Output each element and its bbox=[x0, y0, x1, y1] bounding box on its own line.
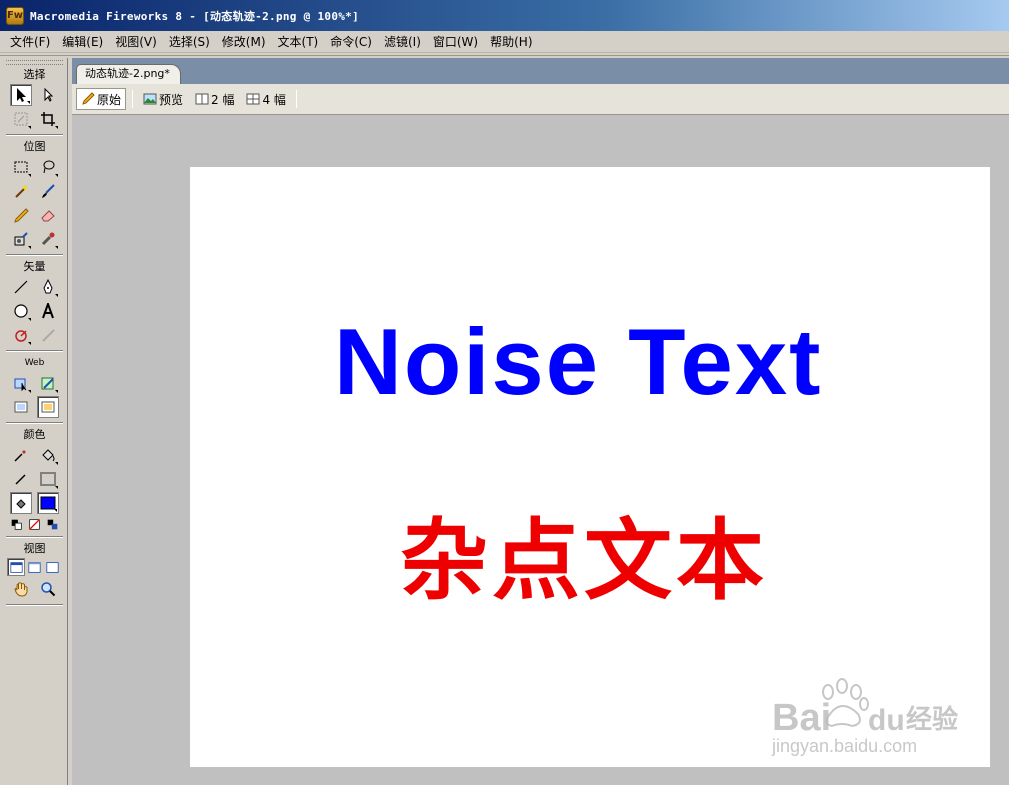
tools-separator bbox=[6, 536, 63, 538]
ellipse-tool-icon[interactable] bbox=[10, 300, 32, 322]
hotspot-tool-icon[interactable] bbox=[10, 372, 32, 394]
watermark-url: jingyan.baidu.com bbox=[772, 736, 918, 756]
stroke-color-swatch[interactable] bbox=[37, 468, 59, 490]
section-title-web: Web bbox=[24, 358, 45, 368]
fireworks-logo-icon: Fw bbox=[6, 6, 24, 25]
marquee-tool-icon[interactable] bbox=[10, 156, 32, 178]
tools-separator bbox=[6, 350, 63, 352]
tools-separator bbox=[6, 254, 63, 256]
section-title-view: 视图 bbox=[23, 542, 46, 555]
pencil-tool-icon[interactable] bbox=[10, 204, 32, 226]
blur-tool-icon[interactable] bbox=[10, 228, 32, 250]
menu-select[interactable]: 选择(S) bbox=[163, 33, 216, 50]
subselection-tool-icon[interactable] bbox=[37, 84, 59, 106]
tab-preview-label: 预览 bbox=[159, 92, 184, 107]
text-tool-icon[interactable] bbox=[37, 300, 59, 322]
no-color-icon[interactable] bbox=[27, 517, 41, 531]
menu-file[interactable]: 文件(F) bbox=[4, 33, 56, 50]
menu-divider bbox=[0, 53, 1009, 56]
fill-color-icon[interactable] bbox=[9, 492, 32, 514]
hand-tool-icon[interactable] bbox=[10, 578, 32, 600]
title-bar: Fw Macromedia Fireworks 8 - [动态轨迹-2.png … bbox=[0, 0, 1009, 31]
tools-separator bbox=[6, 422, 63, 424]
tab-preview[interactable]: 预览 bbox=[139, 88, 187, 110]
tools-panel: 选择 位图 矢量 Web 颜色 视图 bbox=[2, 58, 68, 785]
menu-commands[interactable]: 命令(C) bbox=[324, 33, 378, 50]
menu-modify[interactable]: 修改(M) bbox=[216, 33, 272, 50]
section-title-colors: 颜色 bbox=[23, 428, 46, 441]
tab-original[interactable]: 原始 bbox=[76, 88, 127, 110]
slice-tool-icon[interactable] bbox=[37, 372, 59, 394]
document-canvas[interactable]: Noise Text 杂点文本 bbox=[190, 167, 990, 767]
scale-tool-icon[interactable] bbox=[10, 108, 32, 130]
fill-color-swatch[interactable] bbox=[37, 492, 60, 514]
document-tab-strip: 动态轨迹-2.png* bbox=[72, 58, 1009, 84]
section-title-bitmap: 位图 bbox=[23, 140, 46, 153]
document-tab[interactable]: 动态轨迹-2.png* bbox=[76, 64, 181, 84]
eyedropper-tool-icon[interactable] bbox=[10, 444, 32, 466]
stroke-color-icon[interactable] bbox=[10, 468, 32, 490]
tab-4-up-label: 4 幅 bbox=[262, 92, 286, 107]
crop-tool-icon[interactable] bbox=[37, 108, 59, 130]
full-screen-menus-mode-icon[interactable] bbox=[25, 558, 43, 576]
toolbar-separator bbox=[132, 90, 134, 108]
menu-view[interactable]: 视图(V) bbox=[109, 33, 163, 50]
eraser-tool-icon[interactable] bbox=[37, 204, 59, 226]
toolbar-separator bbox=[295, 90, 297, 108]
knife-tool-icon[interactable] bbox=[37, 324, 59, 346]
tab-4-up[interactable]: 4 幅 bbox=[242, 88, 289, 110]
landscape-image-icon bbox=[143, 93, 157, 105]
swap-colors-icon[interactable] bbox=[46, 517, 60, 531]
standard-screen-mode-icon[interactable] bbox=[7, 558, 26, 576]
four-up-icon bbox=[246, 93, 260, 105]
rubber-stamp-tool-icon[interactable] bbox=[37, 228, 59, 250]
menu-window[interactable]: 窗口(W) bbox=[427, 33, 484, 50]
canvas-text-english[interactable]: Noise Text bbox=[334, 315, 822, 409]
default-colors-icon[interactable] bbox=[9, 517, 23, 531]
canvas-text-chinese[interactable]: 杂点文本 bbox=[400, 517, 768, 605]
tools-grip[interactable] bbox=[6, 60, 63, 65]
document-view-toolbar: 原始 预览 2 幅 4 幅 bbox=[72, 84, 1009, 115]
paint-bucket-tool-icon[interactable] bbox=[37, 444, 59, 466]
window-title: Macromedia Fireworks 8 - [动态轨迹-2.png @ 1… bbox=[30, 9, 360, 23]
tools-separator bbox=[6, 134, 63, 136]
menu-edit[interactable]: 编辑(E) bbox=[56, 33, 109, 50]
two-up-icon bbox=[195, 93, 209, 105]
document-area: 动态轨迹-2.png* 原始 预览 2 幅 4 幅 Noise Text 杂点文… bbox=[72, 58, 1009, 785]
line-tool-icon[interactable] bbox=[10, 276, 32, 298]
freeform-tool-icon[interactable] bbox=[10, 324, 32, 346]
section-title-vector: 矢量 bbox=[23, 260, 46, 273]
magic-wand-tool-icon[interactable] bbox=[10, 180, 32, 202]
lasso-tool-icon[interactable] bbox=[37, 156, 59, 178]
pen-tool-icon[interactable] bbox=[37, 276, 59, 298]
full-screen-mode-icon[interactable] bbox=[44, 558, 62, 576]
menu-bar: 文件(F) 编辑(E) 视图(V) 选择(S) 修改(M) 文本(T) 命令(C… bbox=[0, 31, 1009, 53]
tools-separator bbox=[6, 604, 63, 606]
hide-slices-icon[interactable] bbox=[10, 396, 32, 418]
tab-2-up-label: 2 幅 bbox=[211, 92, 235, 107]
menu-text[interactable]: 文本(T) bbox=[272, 33, 325, 50]
brush-tool-icon[interactable] bbox=[37, 180, 59, 202]
menu-filters[interactable]: 滤镜(I) bbox=[378, 33, 427, 50]
menu-help[interactable]: 帮助(H) bbox=[484, 33, 538, 50]
pencil-icon bbox=[82, 92, 95, 105]
zoom-tool-icon[interactable] bbox=[37, 578, 59, 600]
section-title-select: 选择 bbox=[23, 68, 46, 81]
tab-2-up[interactable]: 2 幅 bbox=[191, 88, 238, 110]
show-slices-icon[interactable] bbox=[37, 396, 60, 418]
tab-original-label: 原始 bbox=[97, 92, 122, 107]
pointer-tool-icon[interactable] bbox=[9, 84, 32, 106]
